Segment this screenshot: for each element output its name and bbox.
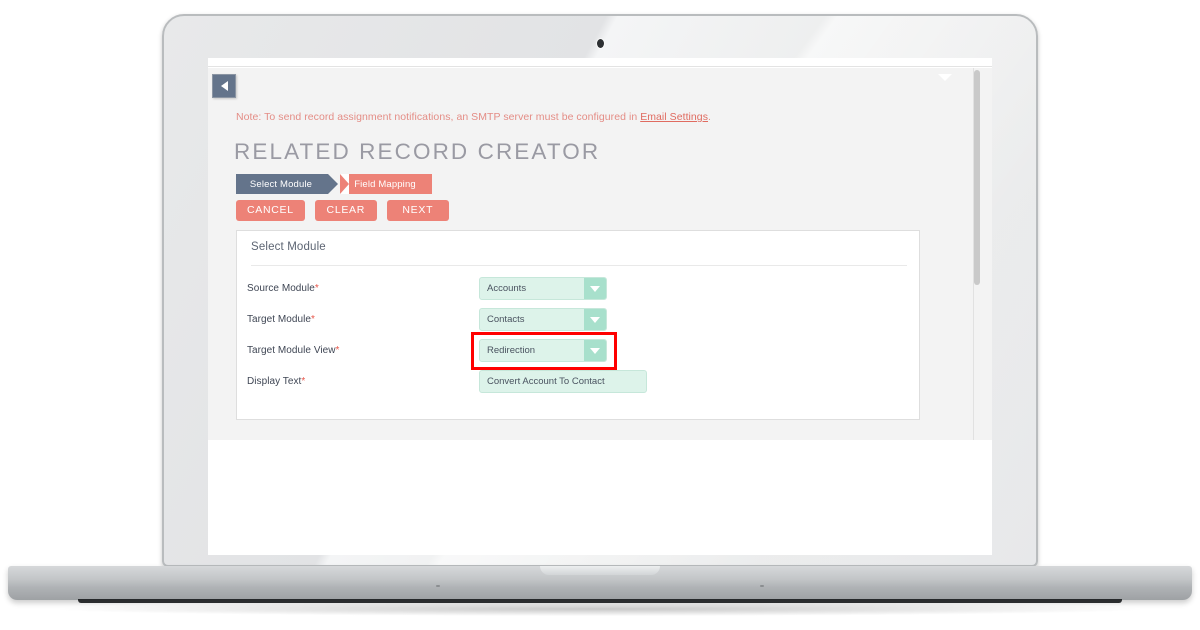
required-asterisk: * — [335, 345, 340, 356]
source-module-select[interactable]: Accounts — [479, 277, 607, 300]
field-row-target-module-view: Target Module View* Redirection — [247, 332, 911, 370]
step-field-mapping-label: Field Mapping — [354, 178, 416, 190]
label-target-module-text: Target Module — [247, 314, 312, 325]
collapse-sidebar-button[interactable] — [212, 74, 236, 98]
webcam-icon — [596, 39, 604, 48]
page-title: RELATED RECORD CREATOR — [234, 139, 601, 164]
target-module-select[interactable]: Contacts — [479, 308, 607, 331]
field-row-display-text: Display Text* — [247, 366, 911, 397]
display-text-input[interactable] — [479, 370, 647, 393]
smtp-note: Note: To send record assignment notifica… — [236, 111, 711, 123]
laptop-drop-shadow — [60, 602, 1140, 616]
laptop-base — [8, 566, 1192, 600]
card-heading: Select Module — [251, 241, 326, 253]
source-module-value: Accounts — [487, 283, 527, 294]
target-module-value: Contacts — [487, 314, 525, 325]
base-notch — [540, 566, 660, 575]
select-module-form: Source Module* Accounts Target Module* C… — [247, 273, 911, 397]
laptop-mockup-stage: Note: To send record assignment notifica… — [0, 0, 1200, 630]
step-select-module[interactable]: Select Module — [236, 174, 338, 194]
label-target-module: Target Module* — [247, 314, 479, 325]
field-row-target-module: Target Module* Contacts — [247, 304, 911, 335]
caret-down-icon — [590, 316, 600, 323]
target-module-view-select[interactable]: Redirection — [479, 339, 607, 362]
scrollbar-thumb[interactable] — [974, 70, 980, 285]
caret-down-icon — [590, 285, 600, 292]
note-prefix: Note: To send record assignment notifica… — [236, 111, 641, 123]
action-button-row: CANCEL CLEAR NEXT — [236, 200, 449, 221]
select-module-card: Select Module Source Module* Accounts Ta… — [236, 230, 920, 420]
field-wrap-display-text — [479, 370, 647, 393]
step-select-module-label: Select Module — [249, 178, 313, 190]
next-button[interactable]: NEXT — [386, 200, 449, 221]
cancel-button[interactable]: CANCEL — [236, 200, 305, 221]
required-asterisk: * — [301, 376, 306, 387]
note-suffix: . — [708, 111, 711, 123]
field-wrap-source-module: Accounts — [479, 277, 607, 300]
label-display-text-text: Display Text — [247, 376, 302, 387]
label-source-module: Source Module* — [247, 283, 479, 294]
target-module-view-value: Redirection — [487, 345, 536, 356]
field-wrap-target-module: Contacts — [479, 308, 607, 331]
required-asterisk: * — [314, 283, 319, 294]
email-settings-link[interactable]: Email Settings — [640, 111, 708, 123]
base-vent-left — [436, 585, 440, 587]
base-vent-right — [760, 585, 764, 587]
card-divider — [251, 265, 907, 266]
laptop-screen: Note: To send record assignment notifica… — [208, 58, 992, 555]
caret-down-icon — [590, 347, 600, 354]
required-asterisk: * — [311, 314, 315, 325]
source-module-dropdown-button[interactable] — [584, 278, 606, 299]
field-wrap-target-module-view: Redirection — [471, 332, 617, 370]
label-source-module-text: Source Module — [247, 283, 315, 294]
field-row-source-module: Source Module* Accounts — [247, 273, 911, 304]
step-breadcrumb: Select Module Field Mapping — [236, 174, 432, 194]
clear-button[interactable]: CLEAR — [314, 200, 377, 221]
viewport-top-bar — [208, 58, 992, 67]
label-target-module-view: Target Module View* — [247, 345, 479, 356]
target-module-view-dropdown-button[interactable] — [584, 340, 606, 361]
step-field-mapping[interactable]: Field Mapping — [340, 174, 432, 194]
triangle-left-icon — [220, 81, 228, 91]
browser-viewport: Note: To send record assignment notifica… — [208, 58, 992, 555]
label-display-text: Display Text* — [247, 376, 479, 387]
chevron-down-icon[interactable] — [938, 74, 952, 81]
label-target-module-view-text: Target Module View — [247, 345, 336, 356]
target-module-dropdown-button[interactable] — [584, 309, 606, 330]
